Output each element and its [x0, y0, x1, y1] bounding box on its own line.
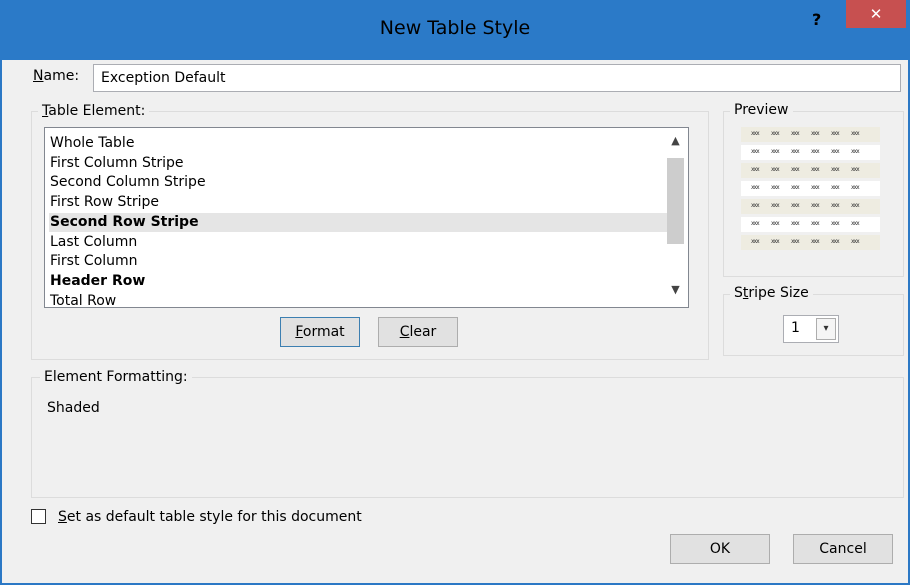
preview-cell: xxx [771, 184, 780, 191]
preview-cell: xxx [791, 184, 800, 191]
preview-row: xxx xxx xxx xxx xxx xxx [741, 235, 880, 250]
list-item[interactable]: Second Column Stripe [49, 173, 668, 192]
preview-cell: xxx [751, 148, 760, 155]
preview-cell: xxx [751, 238, 760, 245]
list-item[interactable]: First Row Stripe [49, 193, 668, 212]
preview-cell: xxx [831, 202, 840, 209]
preview-cell: xxx [831, 184, 840, 191]
preview-cell: xxx [751, 130, 760, 137]
preview-cell: xxx [751, 184, 760, 191]
table-element-list[interactable]: Whole Table First Column Stripe Second Col… [44, 127, 689, 308]
preview-cell: xxx [811, 148, 820, 155]
preview-cell: xxx [791, 130, 800, 137]
preview-cell: xxx [811, 130, 820, 137]
preview-label: Preview [730, 102, 793, 118]
preview-cell: xxx [851, 202, 860, 209]
preview-cell: xxx [791, 166, 800, 173]
help-button[interactable]: ? [812, 10, 821, 29]
stripe-size-select[interactable]: 1 ▾ [783, 315, 839, 343]
ok-button[interactable]: OK [670, 534, 770, 564]
clear-button[interactable]: Clear [378, 317, 458, 347]
preview-cell: xxx [831, 130, 840, 137]
element-formatting-label: Element Formatting: [40, 369, 192, 385]
list-item[interactable]: Second Row Stripe [49, 212, 668, 232]
preview-row: xxx xxx xxx xxx xxx xxx [741, 145, 880, 160]
preview-cell: xxx [791, 220, 800, 227]
list-item[interactable]: First Column Stripe [49, 154, 668, 173]
default-style-checkbox[interactable] [31, 509, 46, 524]
scroll-down-icon[interactable]: ▼ [663, 283, 688, 303]
preview-cell: xxx [831, 148, 840, 155]
list-item[interactable]: Total Row [49, 292, 668, 307]
element-formatting-group: Element Formatting: [31, 369, 904, 498]
preview-table: xxx xxx xxx xxx xxx xxx xxx xxx xxx xxx xxx xxx xxx x… [741, 127, 880, 253]
preview-cell: xxx [751, 220, 760, 227]
preview-cell: xxx [791, 202, 800, 209]
scroll-up-icon[interactable]: ▲ [663, 134, 688, 154]
preview-cell: xxx [851, 148, 860, 155]
preview-cell: xxx [771, 220, 780, 227]
new-table-style-dialog: New Table Style ? ✕ Name: Exception Defa… [0, 0, 910, 585]
name-input[interactable]: Exception Default [93, 64, 901, 92]
preview-row: xxx xxx xxx xxx xxx xxx [741, 181, 880, 196]
preview-cell: xxx [851, 220, 860, 227]
preview-cell: xxx [851, 238, 860, 245]
list-item[interactable]: Whole Table [49, 134, 668, 153]
preview-cell: xxx [811, 184, 820, 191]
preview-cell: xxx [851, 166, 860, 173]
table-element-label: Table Element: [38, 103, 150, 119]
dialog-title: New Table Style [379, 17, 531, 39]
preview-row: xxx xxx xxx xxx xxx xxx [741, 199, 880, 214]
name-label: Name: [33, 68, 80, 84]
scrollbar-thumb[interactable] [667, 158, 684, 244]
chevron-down-icon[interactable]: ▾ [816, 318, 836, 340]
preview-cell: xxx [791, 238, 800, 245]
list-item[interactable]: First Column [49, 252, 668, 271]
list-scrollbar[interactable]: ▲ ▼ [663, 128, 688, 307]
preview-cell: xxx [811, 220, 820, 227]
preview-cell: xxx [811, 202, 820, 209]
preview-cell: xxx [851, 130, 860, 137]
preview-cell: xxx [811, 166, 820, 173]
preview-cell: xxx [831, 166, 840, 173]
preview-cell: xxx [791, 148, 800, 155]
preview-cell: xxx [771, 238, 780, 245]
format-button[interactable]: Format [280, 317, 360, 347]
preview-cell: xxx [851, 184, 860, 191]
preview-cell: xxx [751, 202, 760, 209]
preview-cell: xxx [751, 166, 760, 173]
list-item[interactable]: Last Column [49, 233, 668, 252]
preview-cell: xxx [771, 202, 780, 209]
close-button[interactable]: ✕ [846, 0, 906, 28]
preview-cell: xxx [831, 238, 840, 245]
list-item[interactable]: Header Row [49, 272, 668, 291]
preview-cell: xxx [771, 166, 780, 173]
preview-cell: xxx [811, 238, 820, 245]
preview-cell: xxx [771, 130, 780, 137]
preview-cell: xxx [831, 220, 840, 227]
preview-row: xxx xxx xxx xxx xxx xxx [741, 127, 880, 142]
stripe-size-value: 1 [791, 320, 800, 336]
title-bar[interactable]: New Table Style ? ✕ [0, 0, 910, 60]
default-style-label[interactable]: Set as default table style for this docu… [58, 509, 362, 525]
cancel-button[interactable]: Cancel [793, 534, 893, 564]
stripe-size-label: Stripe Size [730, 285, 813, 301]
preview-row: xxx xxx xxx xxx xxx xxx [741, 217, 880, 232]
preview-row: xxx xxx xxx xxx xxx xxx [741, 163, 880, 178]
element-formatting-value: Shaded [47, 400, 100, 416]
preview-cell: xxx [771, 148, 780, 155]
